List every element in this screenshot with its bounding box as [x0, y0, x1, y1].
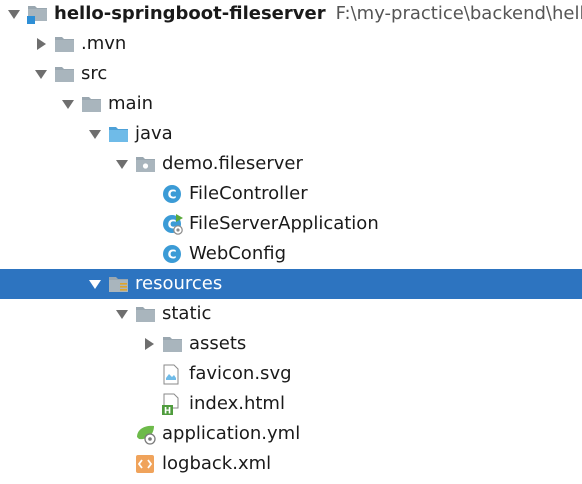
tree-node-label: FileController — [189, 183, 308, 204]
expand-arrow-down-icon[interactable] — [81, 269, 108, 299]
arrow-placeholder — [108, 449, 135, 479]
tree-node-label: resources — [135, 273, 223, 294]
tree-node[interactable]: assets — [0, 329, 582, 359]
tree-node-label: hello-springboot-fileserver — [54, 3, 326, 24]
tree-node[interactable]: .mvn — [0, 29, 582, 59]
expand-arrow-down-icon[interactable] — [108, 149, 135, 179]
project-tree: hello-springboot-fileserver F:\my-practic… — [0, 0, 582, 484]
arrow-placeholder — [135, 209, 162, 239]
module-folder-icon — [27, 0, 51, 29]
tree-node[interactable]: C WebConfig — [0, 239, 582, 269]
arrow-placeholder — [135, 359, 162, 389]
tree-node-label: application.yml — [162, 423, 301, 444]
tree-node[interactable]: favicon.svg — [0, 359, 582, 389]
tree-node-label: static — [162, 303, 212, 324]
tree-node[interactable]: static — [0, 299, 582, 329]
expand-arrow-down-icon[interactable] — [27, 59, 54, 89]
xml-file-icon — [135, 449, 159, 479]
resources-folder-icon — [108, 269, 132, 299]
svg-file-icon — [162, 359, 186, 389]
tree-node-label: src — [81, 63, 108, 84]
spring-yml-icon — [135, 419, 159, 449]
package-icon — [135, 149, 159, 179]
java-class-icon: C — [162, 179, 186, 209]
expand-arrow-down-icon[interactable] — [0, 0, 27, 29]
tree-node-label: FileServerApplication — [189, 213, 379, 234]
tree-node-label: WebConfig — [189, 243, 286, 264]
expand-arrow-right-icon[interactable] — [27, 29, 54, 59]
html-file-icon: H — [162, 389, 186, 419]
tree-node[interactable]: resources — [0, 269, 582, 299]
tree-node-label: favicon.svg — [189, 363, 292, 384]
expand-arrow-down-icon[interactable] — [108, 299, 135, 329]
svg-text:C: C — [168, 247, 177, 261]
arrow-placeholder — [135, 179, 162, 209]
tree-node[interactable]: hello-springboot-fileserver F:\my-practic… — [0, 0, 582, 29]
svg-text:H: H — [164, 407, 171, 416]
tree-node[interactable]: demo.fileserver — [0, 149, 582, 179]
folder-icon — [135, 299, 159, 329]
arrow-placeholder — [135, 389, 162, 419]
folder-icon — [162, 329, 186, 359]
svg-text:C: C — [168, 187, 177, 201]
tree-node[interactable]: C FileServerApplication — [0, 209, 582, 239]
tree-node[interactable]: logback.xml — [0, 449, 582, 479]
tree-node-label: main — [108, 93, 153, 114]
tree-node-label: demo.fileserver — [162, 153, 303, 174]
tree-node-label: logback.xml — [162, 453, 272, 474]
java-class-icon: C — [162, 239, 186, 269]
tree-node[interactable]: H index.html — [0, 389, 582, 419]
tree-node-label: java — [135, 123, 173, 144]
tree-node[interactable]: src — [0, 59, 582, 89]
arrow-placeholder — [108, 419, 135, 449]
expand-arrow-down-icon[interactable] — [81, 119, 108, 149]
folder-icon — [54, 29, 78, 59]
folder-icon — [81, 89, 105, 119]
module-path: F:\my-practice\backend\hello — [335, 3, 582, 24]
tree-node-label: assets — [189, 333, 247, 354]
spring-boot-class-icon: C — [162, 209, 186, 239]
source-folder-icon — [108, 119, 132, 149]
expand-arrow-right-icon[interactable] — [135, 329, 162, 359]
expand-arrow-down-icon[interactable] — [54, 89, 81, 119]
folder-icon — [54, 59, 78, 89]
tree-node[interactable]: java — [0, 119, 582, 149]
tree-node[interactable]: application.yml — [0, 419, 582, 449]
tree-node-label: index.html — [189, 393, 285, 414]
tree-node[interactable]: C FileController — [0, 179, 582, 209]
tree-node-label: .mvn — [81, 33, 127, 54]
arrow-placeholder — [135, 239, 162, 269]
tree-node[interactable]: main — [0, 89, 582, 119]
